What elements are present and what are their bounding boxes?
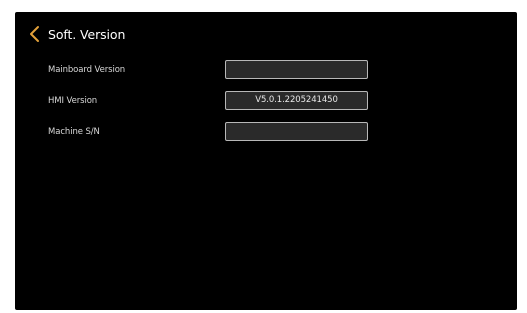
hmi-version-row: HMI Version V5.0.1.2205241450 [15, 91, 517, 113]
machine-sn-field [225, 122, 368, 141]
hmi-version-label: HMI Version [48, 96, 98, 106]
soft-version-screen: Soft. Version Mainboard Version HMI Vers… [15, 12, 517, 310]
header: Soft. Version [15, 12, 517, 58]
mainboard-version-label: Mainboard Version [48, 65, 126, 75]
machine-sn-row: Machine S/N [15, 122, 517, 144]
back-button[interactable] [27, 25, 43, 43]
chevron-left-icon [30, 26, 39, 42]
machine-sn-label: Machine S/N [48, 127, 100, 137]
mainboard-version-row: Mainboard Version [15, 60, 517, 82]
mainboard-version-field [225, 60, 368, 79]
page-title: Soft. Version [48, 27, 126, 42]
hmi-version-field: V5.0.1.2205241450 [225, 91, 368, 110]
